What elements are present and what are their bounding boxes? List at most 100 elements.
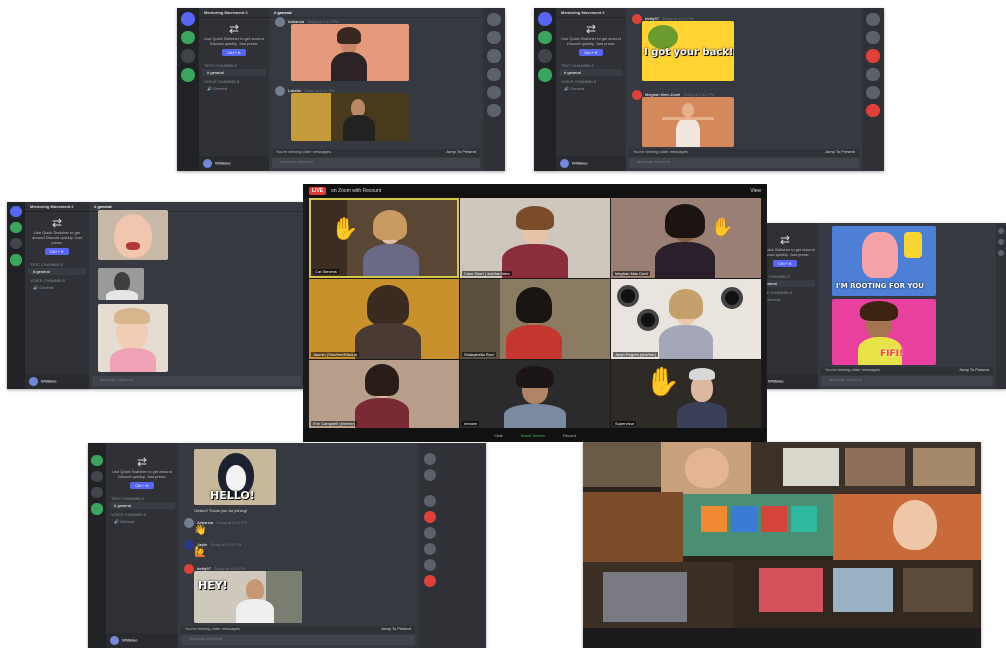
member-avatar[interactable]: [866, 85, 880, 99]
video-tile[interactable]: nbrown: [460, 360, 610, 428]
server-icon[interactable]: [538, 30, 552, 45]
channel-general[interactable]: # general: [559, 69, 623, 76]
server-name[interactable]: Mentoring Movement 2: [25, 202, 89, 212]
older-messages-bar[interactable]: You're viewing older messages Jump To Pre…: [629, 149, 859, 157]
server-icon[interactable]: [10, 238, 22, 250]
meeting-title[interactable]: on Zoom with Recount: [331, 188, 381, 194]
member-avatar[interactable]: [424, 511, 436, 523]
avatar[interactable]: [184, 540, 194, 550]
add-server-icon[interactable]: [10, 254, 22, 266]
record-button[interactable]: Record: [563, 433, 576, 438]
member-avatar[interactable]: [424, 495, 436, 507]
chat-button[interactable]: Chat: [494, 433, 502, 438]
server-icon[interactable]: [538, 49, 552, 63]
share-screen-button[interactable]: Share Screen: [521, 433, 545, 438]
quick-switcher-button[interactable]: Ctrl + K: [222, 49, 246, 56]
server-name[interactable]: Mentoring Movement 2: [556, 8, 626, 18]
avatar[interactable]: [184, 518, 194, 528]
gif-man-hey[interactable]: HEY!: [194, 571, 302, 623]
server-name[interactable]: Mentoring Movement 2: [199, 8, 269, 18]
quick-switcher-button[interactable]: Ctrl + K: [130, 482, 154, 489]
voice-channel-general[interactable]: 🔊 General: [109, 518, 175, 525]
add-server-icon[interactable]: [538, 67, 552, 82]
member-avatar[interactable]: [424, 527, 436, 539]
user-panel[interactable]: Whitelee: [199, 156, 269, 171]
view-button[interactable]: View: [750, 188, 761, 194]
category-voice-channels[interactable]: Voice Channels: [199, 76, 269, 85]
server-icon[interactable]: [91, 487, 103, 499]
older-messages-bar[interactable]: You're viewing older messages Jump To Pre…: [821, 367, 993, 375]
video-tile[interactable]: Jaryn Rogers (she/her): [611, 279, 761, 359]
gif-penguin-hello[interactable]: HELLO!: [194, 449, 276, 505]
member-avatar[interactable]: [866, 103, 880, 118]
video-tile[interactable]: ✋ Supervisor: [611, 360, 761, 428]
avatar[interactable]: [275, 86, 285, 96]
member-avatar[interactable]: [866, 13, 880, 27]
video-tile[interactable]: Jasmin (She/Her/Ella/La): [309, 279, 459, 359]
voice-channel-general[interactable]: 🔊 General: [202, 85, 266, 92]
add-server-icon[interactable]: [181, 67, 195, 82]
channel-general[interactable]: # general: [202, 69, 266, 76]
quick-switcher-button[interactable]: Ctrl + K: [45, 248, 69, 255]
channel-general[interactable]: # general: [28, 268, 86, 275]
video-tile[interactable]: ✋ Meghan Mac Dorit: [611, 198, 761, 278]
gif-woman-salmon[interactable]: [291, 24, 409, 81]
server-icon[interactable]: [91, 471, 103, 483]
server-icon[interactable]: [181, 30, 195, 45]
member-avatar[interactable]: [424, 543, 436, 555]
gif-dancing-girl[interactable]: [642, 97, 734, 147]
category-text-channels[interactable]: Text Channels: [106, 493, 178, 502]
message-input[interactable]: Message #general: [272, 158, 480, 168]
member-avatar[interactable]: [998, 228, 1004, 234]
category-voice-channels[interactable]: Voice Channels: [556, 76, 626, 85]
video-tile[interactable]: ✋ Cat Stevens: [309, 198, 459, 278]
avatar[interactable]: [275, 17, 285, 27]
quick-switcher-button[interactable]: Ctrl + K: [773, 260, 797, 267]
gif-pikachu[interactable]: I got your back!: [642, 21, 734, 81]
video-tile[interactable]: Shalsabella Ravi: [460, 279, 610, 359]
avatar[interactable]: [184, 564, 194, 574]
user-panel[interactable]: Whitelee: [25, 374, 89, 389]
member-avatar[interactable]: [424, 453, 436, 465]
message-input[interactable]: Message #general: [181, 635, 415, 645]
message-input[interactable]: Message #general: [629, 158, 859, 168]
avatar[interactable]: [632, 14, 642, 24]
video-tile[interactable]: Cass Shorr | she/her/hers: [460, 198, 610, 278]
video-tile[interactable]: Erin Campbell (she/her): [309, 360, 459, 428]
category-voice-channels[interactable]: Voice Channels: [25, 275, 89, 284]
message-input[interactable]: Message #general: [821, 376, 993, 386]
member-avatar[interactable]: [424, 559, 436, 571]
voice-channel-general[interactable]: 🔊 General: [28, 284, 86, 291]
server-icon[interactable]: [10, 222, 22, 234]
member-avatar[interactable]: [487, 13, 501, 27]
gif-dancer-pink[interactable]: FIFI!: [832, 299, 936, 365]
member-avatar[interactable]: [424, 469, 436, 481]
member-avatar[interactable]: [487, 31, 501, 45]
jump-to-present-button[interactable]: Jump To Present: [825, 149, 855, 157]
home-icon[interactable]: [181, 12, 195, 26]
member-avatar[interactable]: [487, 49, 501, 63]
category-text-channels[interactable]: Text Channels: [25, 259, 89, 268]
add-server-icon[interactable]: [91, 503, 103, 515]
member-avatar[interactable]: [487, 85, 501, 99]
channel-general[interactable]: # general: [109, 502, 175, 509]
avatar[interactable]: [632, 90, 642, 100]
member-avatar[interactable]: [998, 239, 1004, 245]
server-icon[interactable]: [91, 455, 103, 467]
quick-switcher-button[interactable]: Ctrl + K: [579, 49, 603, 56]
older-messages-bar[interactable]: You're viewing older messages Jump To Pre…: [272, 149, 480, 157]
user-panel[interactable]: Whitelee: [106, 633, 178, 648]
older-messages-bar[interactable]: You're viewing older messages Jump To Pre…: [181, 626, 415, 634]
member-avatar[interactable]: [866, 31, 880, 45]
user-panel[interactable]: Whitelee: [556, 156, 626, 171]
gif-woman-dark-room[interactable]: [291, 93, 409, 141]
member-avatar[interactable]: [998, 250, 1004, 256]
home-icon[interactable]: [10, 206, 22, 218]
member-avatar[interactable]: [487, 103, 501, 118]
member-avatar[interactable]: [487, 67, 501, 81]
home-icon[interactable]: [538, 12, 552, 26]
jump-to-present-button[interactable]: Jump To Present: [446, 149, 476, 157]
gif-patrick-star[interactable]: I'M ROOTING FOR YOU: [832, 226, 936, 296]
gif-crying-baby[interactable]: [98, 210, 168, 260]
voice-channel-general[interactable]: 🔊 General: [559, 85, 623, 92]
